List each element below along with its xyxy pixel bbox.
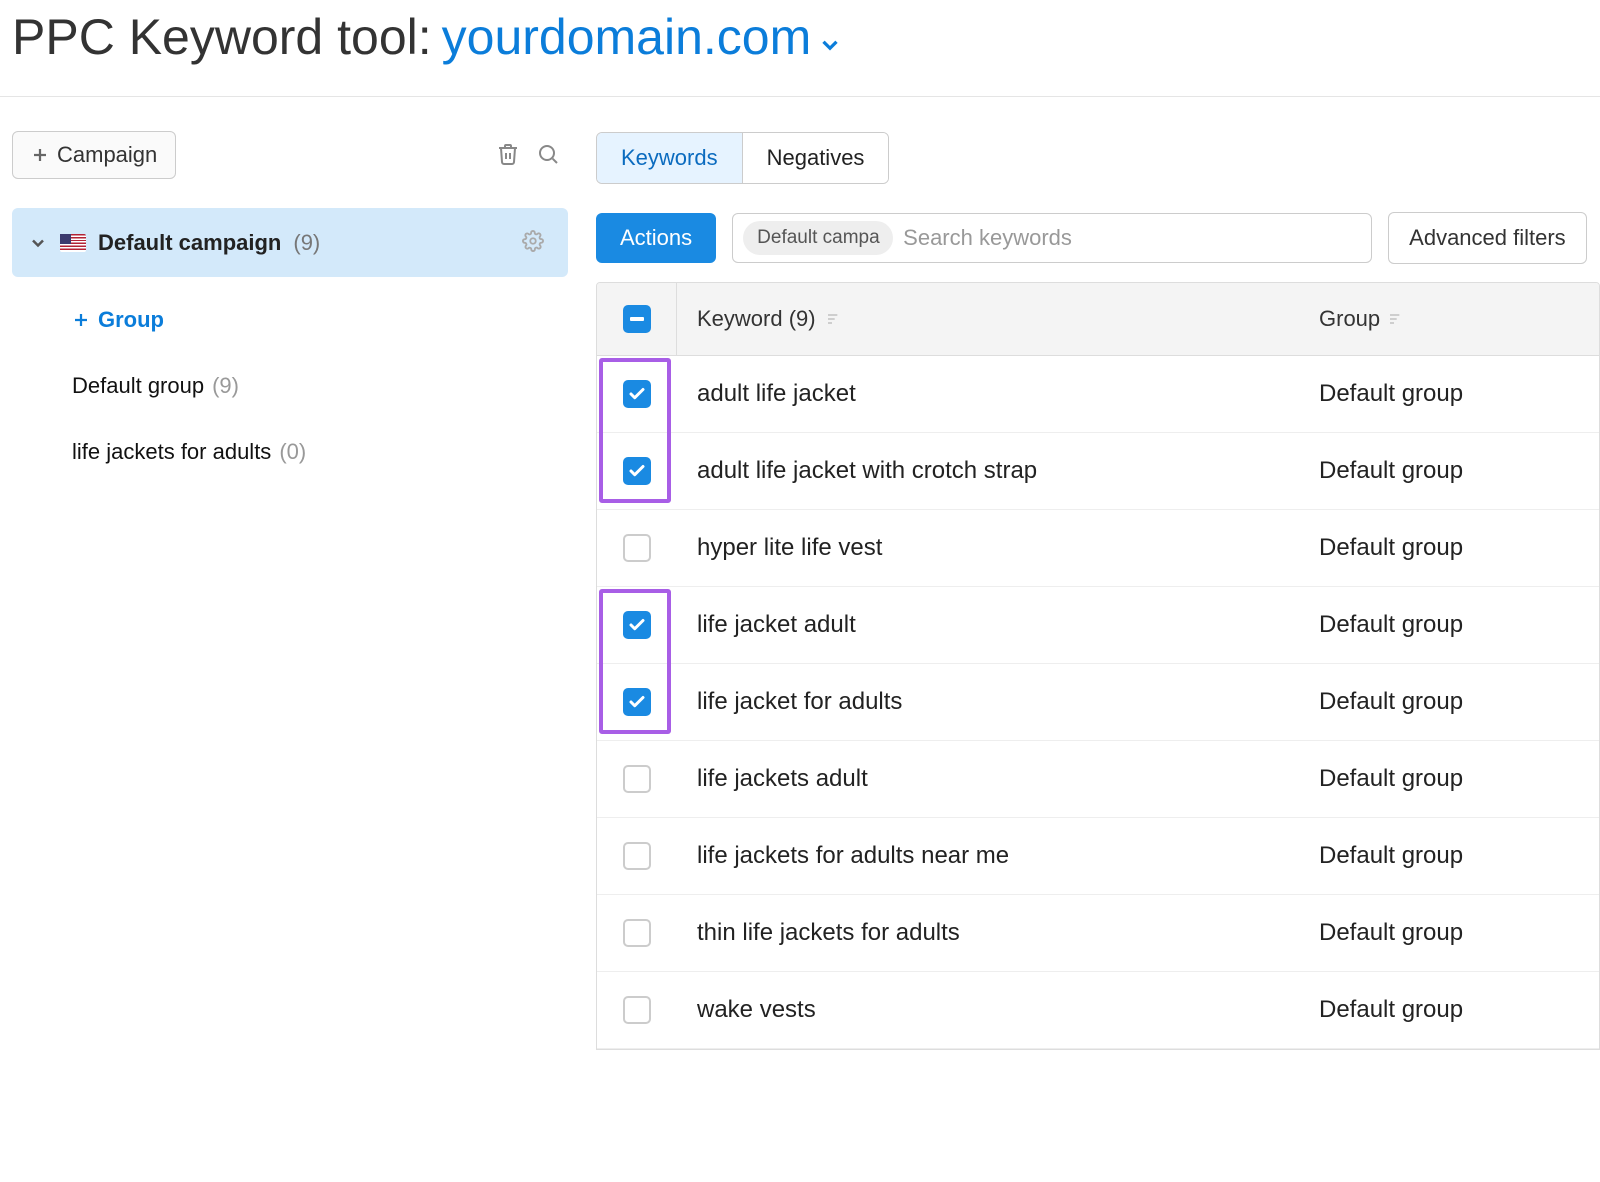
- advanced-filters-button[interactable]: Advanced filters: [1388, 212, 1587, 264]
- table-row: thin life jackets for adultsDefault grou…: [597, 895, 1599, 972]
- cell-group[interactable]: Default group: [1299, 510, 1599, 586]
- row-checkbox[interactable]: [623, 842, 651, 870]
- cell-group[interactable]: Default group: [1299, 664, 1599, 740]
- cell-keyword: hyper lite life vest: [677, 510, 1299, 586]
- campaign-settings-button[interactable]: [514, 222, 552, 263]
- table-row: life jacket for adultsDefault group: [597, 664, 1599, 741]
- cell-group[interactable]: Default group: [1299, 972, 1599, 1048]
- keywords-table: Keyword (9) Group adult life jacketDefau…: [596, 282, 1600, 1050]
- delete-button[interactable]: [488, 134, 528, 177]
- sidebar-search-button[interactable]: [528, 134, 568, 177]
- cell-keyword: thin life jackets for adults: [677, 895, 1299, 971]
- page-header: PPC Keyword tool: yourdomain.com: [0, 0, 1600, 97]
- group-label: life jackets for adults: [72, 439, 271, 465]
- col-keyword-label: Keyword (9): [697, 306, 816, 332]
- table-row: life jackets for adults near meDefault g…: [597, 818, 1599, 895]
- cell-group[interactable]: Default group: [1299, 433, 1599, 509]
- add-group-label: Group: [98, 307, 164, 333]
- table-row: adult life jacket with crotch strapDefau…: [597, 433, 1599, 510]
- main-panel: Keywords Negatives Actions Default campa…: [568, 132, 1600, 1050]
- page-title: PPC Keyword tool: yourdomain.com: [12, 8, 1588, 66]
- add-campaign-label: Campaign: [57, 142, 157, 168]
- cell-group[interactable]: Default group: [1299, 356, 1599, 432]
- plus-icon: [31, 146, 49, 164]
- row-checkbox[interactable]: [623, 765, 651, 793]
- cell-keyword: adult life jacket with crotch strap: [677, 433, 1299, 509]
- tab-negatives[interactable]: Negatives: [743, 133, 889, 183]
- col-keyword[interactable]: Keyword (9): [677, 284, 1299, 354]
- table-header: Keyword (9) Group: [597, 283, 1599, 356]
- col-group[interactable]: Group: [1299, 284, 1599, 354]
- filter-bar: Actions Default campa Advanced filters: [596, 212, 1600, 264]
- domain-label: yourdomain.com: [442, 8, 812, 66]
- add-group-button[interactable]: Group: [56, 287, 568, 353]
- group-label: Default group: [72, 373, 204, 399]
- search-wrap[interactable]: Default campa: [732, 213, 1372, 263]
- tab-keywords[interactable]: Keywords: [597, 133, 743, 183]
- cell-keyword: life jackets adult: [677, 741, 1299, 817]
- table-row: wake vestsDefault group: [597, 972, 1599, 1049]
- row-checkbox[interactable]: [623, 380, 651, 408]
- title-prefix: PPC Keyword tool:: [12, 8, 432, 66]
- cell-keyword: life jackets for adults near me: [677, 818, 1299, 894]
- search-input[interactable]: [903, 225, 1361, 251]
- domain-selector[interactable]: yourdomain.com: [442, 8, 844, 66]
- group-count: (9): [212, 373, 239, 399]
- cell-group[interactable]: Default group: [1299, 895, 1599, 971]
- sidebar-toolbar: Campaign: [12, 132, 568, 178]
- flag-us-icon: [60, 234, 86, 252]
- trash-icon: [496, 142, 520, 166]
- tab-switch: Keywords Negatives: [596, 132, 889, 184]
- campaign-node[interactable]: Default campaign (9): [12, 208, 568, 277]
- col-group-label: Group: [1319, 306, 1380, 332]
- chevron-down-icon: [28, 233, 48, 253]
- plus-icon: [72, 311, 90, 329]
- sort-icon: [1388, 311, 1404, 327]
- table-row: life jacket adultDefault group: [597, 587, 1599, 664]
- add-campaign-button[interactable]: Campaign: [12, 131, 176, 179]
- row-checkbox[interactable]: [623, 688, 651, 716]
- gear-icon: [522, 230, 544, 252]
- campaign-count: (9): [293, 230, 320, 256]
- row-checkbox[interactable]: [623, 611, 651, 639]
- cell-group[interactable]: Default group: [1299, 587, 1599, 663]
- group-item[interactable]: Default group (9): [56, 353, 568, 419]
- row-checkbox[interactable]: [623, 457, 651, 485]
- filter-chip[interactable]: Default campa: [743, 221, 893, 255]
- cell-group[interactable]: Default group: [1299, 818, 1599, 894]
- cell-keyword: adult life jacket: [677, 356, 1299, 432]
- actions-button[interactable]: Actions: [596, 213, 716, 263]
- sort-icon: [826, 311, 842, 327]
- row-checkbox[interactable]: [623, 996, 651, 1024]
- cell-keyword: life jacket adult: [677, 587, 1299, 663]
- group-item[interactable]: life jackets for adults (0): [56, 419, 568, 485]
- table-body: adult life jacketDefault groupadult life…: [597, 356, 1599, 1049]
- cell-keyword: life jacket for adults: [677, 664, 1299, 740]
- cell-keyword: wake vests: [677, 972, 1299, 1048]
- table-row: adult life jacketDefault group: [597, 356, 1599, 433]
- sidebar: Campaign Default campaign (9) Group: [0, 132, 568, 1050]
- select-all-checkbox[interactable]: [623, 305, 651, 333]
- table-row: hyper lite life vestDefault group: [597, 510, 1599, 587]
- cell-group[interactable]: Default group: [1299, 741, 1599, 817]
- search-icon: [536, 142, 560, 166]
- group-count: (0): [279, 439, 306, 465]
- campaign-label: Default campaign: [98, 230, 281, 256]
- campaign-groups-list: Group Default group (9) life jackets for…: [12, 287, 568, 485]
- table-row: life jackets adultDefault group: [597, 741, 1599, 818]
- chevron-down-icon: [817, 32, 843, 58]
- row-checkbox[interactable]: [623, 919, 651, 947]
- row-checkbox[interactable]: [623, 534, 651, 562]
